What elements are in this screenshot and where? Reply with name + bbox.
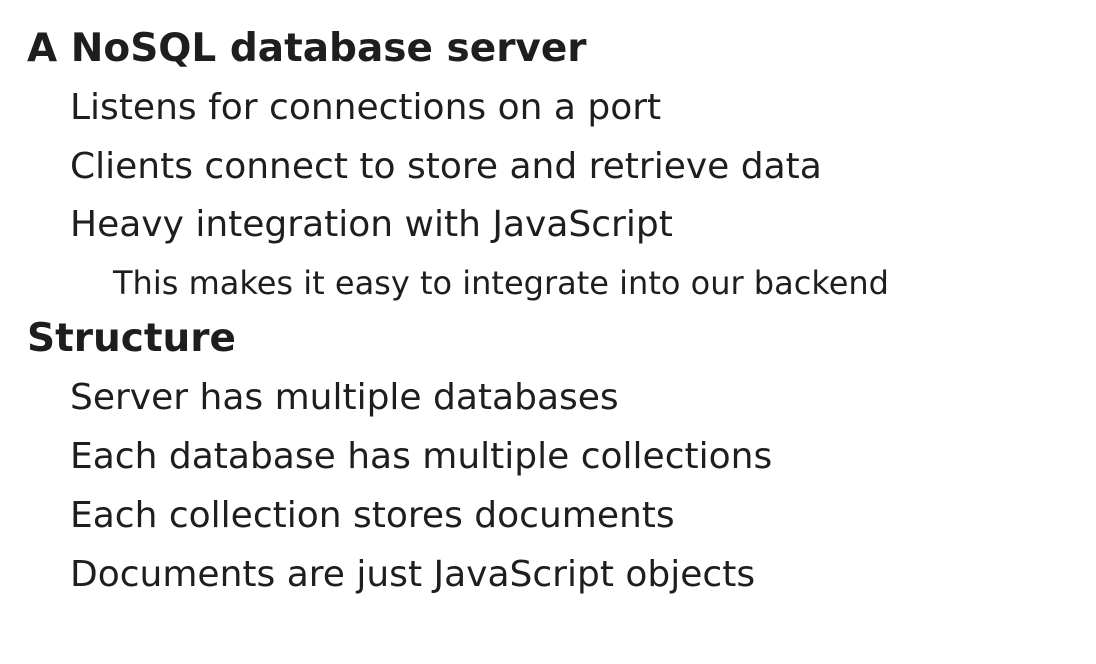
bullet-item: Heavy integration with JavaScript	[70, 204, 673, 245]
bullet-item: Clients connect to store and retrieve da…	[70, 146, 822, 187]
bullet-item: Each collection stores documents	[70, 495, 675, 536]
slide: A NoSQL database server Listens for conn…	[0, 0, 1096, 664]
bullet-item: Listens for connections on a port	[70, 87, 662, 128]
bullet-item: Documents are just JavaScript objects	[70, 554, 756, 595]
section-heading: A NoSQL database server	[27, 26, 587, 71]
bullet-item: Server has multiple databases	[70, 377, 619, 418]
bullet-item: Each database has multiple collections	[70, 436, 773, 477]
section-heading: Structure	[27, 316, 236, 361]
sub-bullet-item: This makes it easy to integrate into our…	[113, 264, 889, 302]
